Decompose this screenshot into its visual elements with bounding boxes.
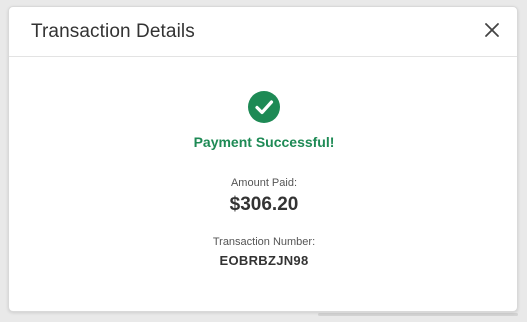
modal-body: Payment Successful! Amount Paid: $306.20… bbox=[9, 57, 517, 307]
close-icon[interactable] bbox=[481, 19, 503, 41]
modal-title: Transaction Details bbox=[31, 21, 195, 42]
transaction-number-label: Transaction Number: bbox=[212, 236, 316, 248]
transaction-details-modal: Transaction Details Payment Successful! … bbox=[8, 6, 518, 312]
modal-header: Transaction Details bbox=[9, 7, 517, 57]
amount-paid-label: Amount Paid: bbox=[230, 177, 298, 189]
check-circle-icon bbox=[247, 90, 281, 124]
transaction-number-value: EOBRBZJN98 bbox=[219, 253, 309, 268]
obscured-background-text bbox=[318, 311, 518, 319]
amount-paid-value: $306.20 bbox=[229, 194, 299, 215]
payment-status-text: Payment Successful! bbox=[193, 134, 335, 150]
